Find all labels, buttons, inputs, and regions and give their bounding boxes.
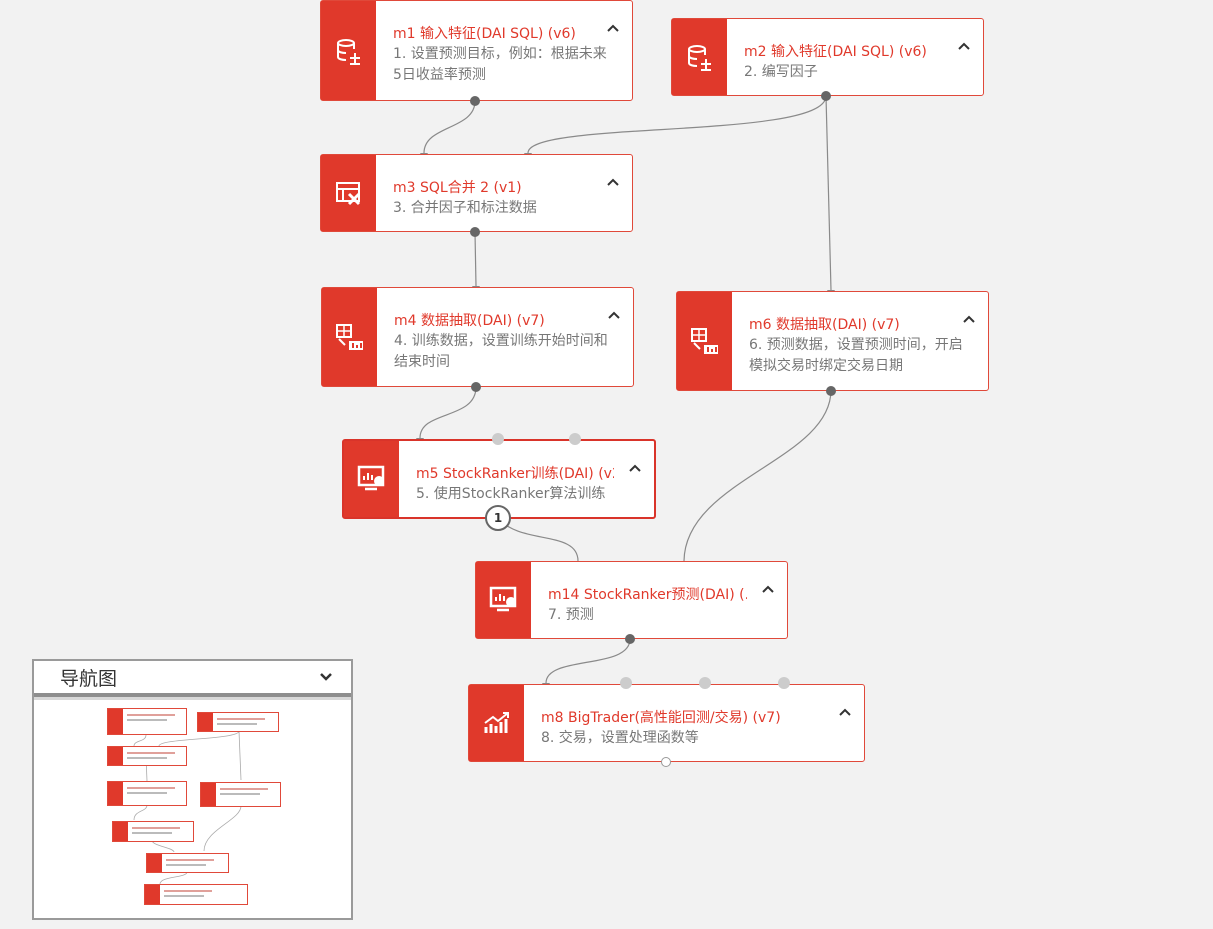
node-description: 1. 设置预测目标，例如：根据未来5日收益率预测	[393, 46, 607, 83]
chevron-down-icon[interactable]	[319, 672, 333, 682]
minimap-node-m2	[197, 712, 279, 732]
node-m1[interactable]: m1 输入特征(DAI SQL) (v6) 1. 设置预测目标，例如：根据未来5…	[320, 0, 633, 101]
node-title: m1 输入特征(DAI SQL) (v6)	[393, 26, 576, 42]
merge-tool-icon	[321, 155, 376, 231]
chevron-up-icon[interactable]	[761, 584, 775, 594]
node-description: 5. 使用StockRanker算法训练	[416, 486, 606, 502]
node-description: 2. 编写因子	[744, 64, 818, 80]
node-m4[interactable]: m4 数据抽取(DAI) (v7) 4. 训练数据，设置训练开始时间和结束时间	[321, 287, 634, 387]
edge-m6-m14	[683, 389, 832, 562]
input-port[interactable]	[492, 433, 504, 445]
input-port[interactable]	[699, 677, 711, 689]
data-extract-icon	[677, 292, 732, 390]
minimap-node-m8	[144, 884, 248, 905]
edge-m3-m4	[474, 231, 477, 287]
output-port[interactable]	[470, 227, 480, 237]
train-monitor-icon	[344, 441, 399, 517]
output-port[interactable]	[625, 634, 635, 644]
edge-m14-m8	[545, 638, 631, 684]
output-port[interactable]	[661, 757, 671, 767]
node-description: 3. 合并因子和标注数据	[393, 200, 537, 216]
chevron-up-icon[interactable]	[628, 463, 642, 473]
node-description: 8. 交易，设置处理函数等	[541, 730, 699, 746]
output-count-badge[interactable]: 1	[485, 505, 511, 531]
chevron-up-icon[interactable]	[606, 23, 620, 33]
database-add-icon	[321, 1, 376, 100]
navmap-canvas[interactable]	[34, 700, 351, 918]
input-port[interactable]	[569, 433, 581, 445]
node-m3[interactable]: m3 SQL合并 2 (v1) 3. 合并因子和标注数据	[320, 154, 633, 232]
database-add-icon	[672, 19, 727, 95]
data-extract-icon	[322, 288, 377, 386]
edge-m5-m14	[497, 517, 579, 562]
edge-m1-m3	[423, 100, 476, 154]
navigation-map[interactable]: 导航图	[32, 659, 353, 920]
chevron-up-icon[interactable]	[607, 310, 621, 320]
output-port[interactable]	[471, 382, 481, 392]
node-m8[interactable]: m8 BigTrader(高性能回测/交易) (v7) 8. 交易，设置处理函数…	[468, 684, 865, 762]
node-m14[interactable]: m14 StockRanker预测(DAI) (... 7. 预测	[475, 561, 788, 639]
trend-chart-icon	[469, 685, 524, 761]
navmap-title: 导航图	[60, 667, 118, 690]
minimap-node-m6	[200, 782, 281, 807]
node-title: m6 数据抽取(DAI) (v7)	[749, 317, 900, 333]
output-port[interactable]	[821, 91, 831, 101]
node-title: m14 StockRanker预测(DAI) (...	[548, 587, 747, 603]
chevron-up-icon[interactable]	[606, 177, 620, 187]
navmap-header[interactable]: 导航图	[34, 661, 351, 697]
minimap-node-m5	[112, 821, 194, 842]
node-title: m4 数据抽取(DAI) (v7)	[394, 313, 545, 329]
minimap-node-m3	[107, 746, 187, 766]
node-title: m3 SQL合并 2 (v1)	[393, 180, 522, 196]
edge-m2-m6	[825, 95, 832, 291]
chevron-up-icon[interactable]	[838, 707, 852, 717]
minimap-node-m14	[146, 853, 229, 873]
node-title: m8 BigTrader(高性能回测/交易) (v7)	[541, 710, 781, 726]
output-port[interactable]	[826, 386, 836, 396]
node-description: 7. 预测	[548, 607, 594, 623]
edge-m2-m3	[527, 95, 827, 154]
node-m6[interactable]: m6 数据抽取(DAI) (v7) 6. 预测数据，设置预测时间，开启模拟交易时…	[676, 291, 989, 391]
node-title: m5 StockRanker训练(DAI) (v2)	[416, 466, 614, 482]
edge-m4-m5	[419, 386, 477, 439]
minimap-node-m4	[107, 781, 187, 806]
minimap-node-m1	[107, 708, 187, 735]
node-description: 6. 预测数据，设置预测时间，开启模拟交易时绑定交易日期	[749, 337, 963, 374]
output-port[interactable]	[470, 96, 480, 106]
chevron-up-icon[interactable]	[957, 41, 971, 51]
node-m2[interactable]: m2 输入特征(DAI SQL) (v6) 2. 编写因子	[671, 18, 984, 96]
input-port[interactable]	[620, 677, 632, 689]
node-description: 4. 训练数据，设置训练开始时间和结束时间	[394, 333, 608, 370]
chevron-up-icon[interactable]	[962, 314, 976, 324]
input-port[interactable]	[778, 677, 790, 689]
node-title: m2 输入特征(DAI SQL) (v6)	[744, 44, 927, 60]
predict-monitor-icon	[476, 562, 531, 638]
